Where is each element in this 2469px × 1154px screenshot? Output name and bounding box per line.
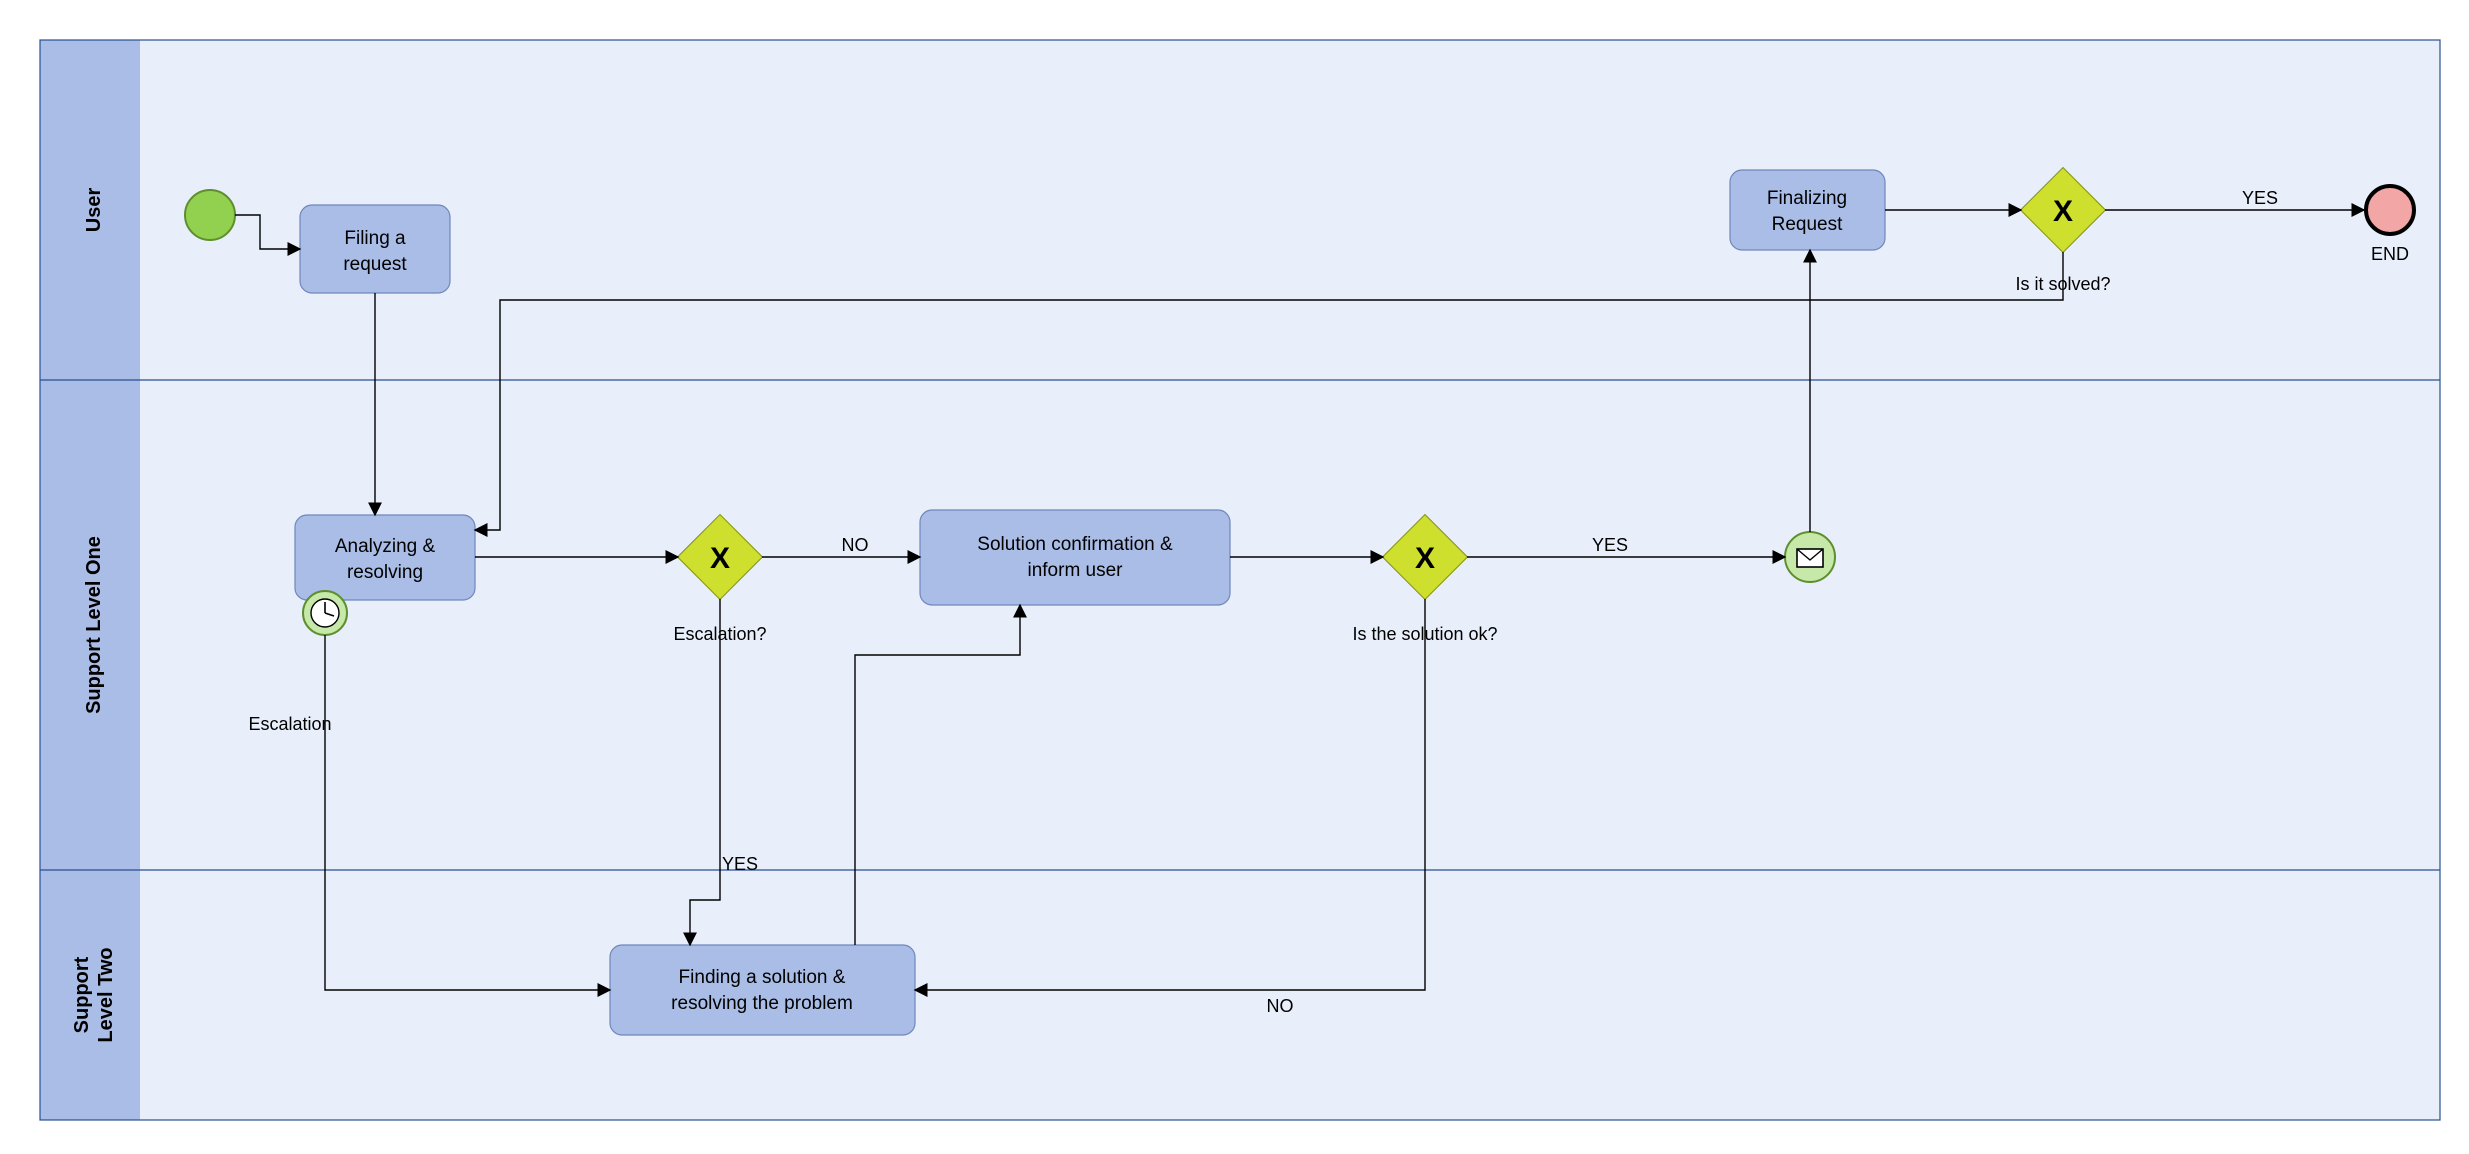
svg-text:Analyzing &: Analyzing & [335, 536, 436, 557]
svg-text:request: request [343, 254, 407, 275]
label-yes-3: YES [2242, 188, 2278, 208]
svg-text:Filing a: Filing a [344, 228, 406, 249]
task-filing-a-request: Filing a request [300, 205, 450, 293]
svg-text:X: X [2053, 195, 2073, 228]
task-finding-a-solution: Finding a solution & resolving the probl… [610, 945, 915, 1035]
label-yes-2: YES [1592, 535, 1628, 555]
svg-text:Finding a solution &: Finding a solution & [679, 967, 846, 988]
label-no-2: NO [1267, 996, 1294, 1016]
label-no-1: NO [842, 535, 869, 555]
svg-text:inform user: inform user [1027, 560, 1123, 581]
lane-header-l2-line2: Level Two [95, 947, 117, 1042]
task-analyzing-resolving: Analyzing & resolving [295, 515, 475, 600]
label-yes-1: YES [722, 854, 758, 874]
start-event [185, 190, 235, 240]
svg-text:X: X [1415, 542, 1435, 575]
task-solution-confirmation: Solution confirmation & inform user [920, 510, 1230, 605]
svg-text:Solution confirmation &: Solution confirmation & [977, 534, 1173, 555]
lane-header-l1: Support Level One [83, 536, 105, 714]
end-event: END [2366, 186, 2414, 264]
svg-text:END: END [2371, 244, 2409, 264]
svg-text:resolving the problem: resolving the problem [671, 993, 853, 1014]
svg-text:Escalation: Escalation [248, 714, 331, 734]
lane-header-l2-line1: Support [71, 956, 93, 1033]
lane-header-user: User [83, 188, 105, 233]
task-finalizing-request: Finalizing Request [1730, 170, 1885, 250]
svg-text:resolving: resolving [347, 562, 423, 583]
message-event [1785, 532, 1835, 582]
svg-text:Finalizing: Finalizing [1767, 188, 1847, 209]
svg-text:X: X [710, 542, 730, 575]
svg-text:Request: Request [1772, 214, 1843, 235]
